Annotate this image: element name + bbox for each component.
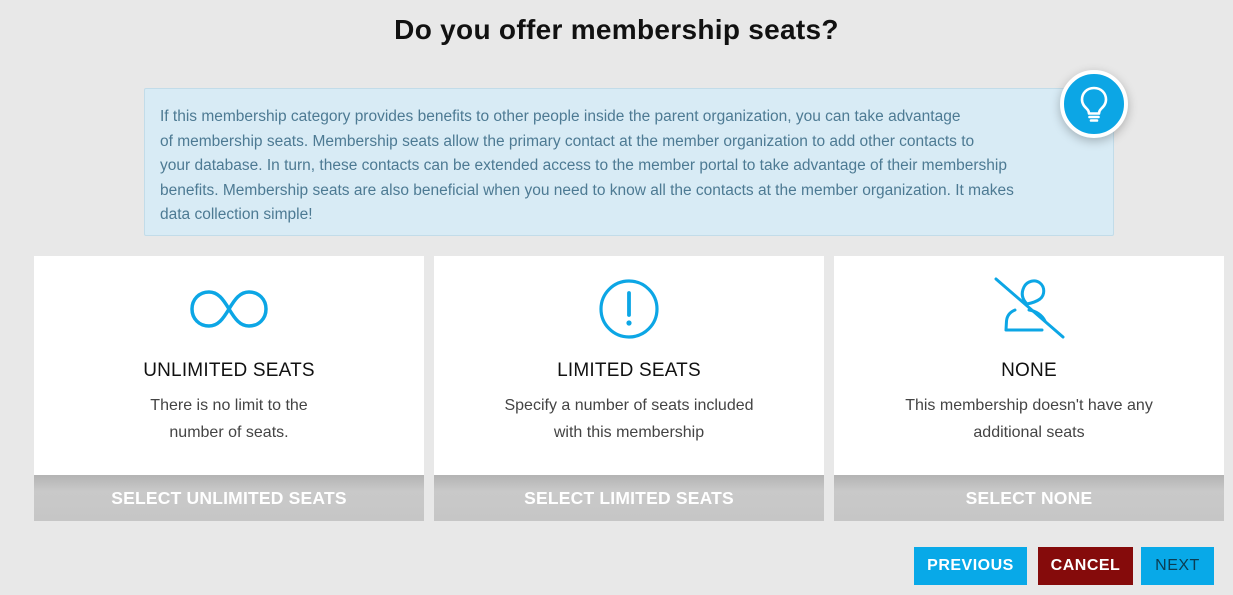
- select-none-button[interactable]: SELECT NONE: [834, 475, 1224, 521]
- select-unlimited-seats-button[interactable]: SELECT UNLIMITED SEATS: [34, 475, 424, 521]
- card-description-line: There is no limit to the: [150, 397, 308, 414]
- option-card-unlimited: UNLIMITED SEATS There is no limit to the…: [34, 256, 424, 521]
- card-description-line: number of seats.: [169, 424, 289, 441]
- tip-bubble: [1060, 70, 1128, 138]
- card-description-line: with this membership: [553, 424, 705, 441]
- info-text: If this membership category provides ben…: [160, 105, 1093, 228]
- info-line: data collection simple!: [160, 206, 313, 223]
- card-description-line: Specify a number of seats included: [504, 397, 754, 414]
- info-line: If this membership category provides ben…: [160, 108, 961, 125]
- info-line: benefits. Membership seats are also bene…: [160, 181, 1014, 199]
- membership-seats-page: Do you offer membership seats? If this m…: [0, 0, 1233, 595]
- card-description: There is no limit to the number of seats…: [79, 392, 379, 446]
- lightbulb-icon: [1080, 86, 1108, 122]
- card-icon-wrapper: [434, 278, 824, 340]
- info-line: your database. In turn, these contacts c…: [160, 157, 1007, 174]
- no-user-icon: [994, 277, 1065, 339]
- info-line: of membership seats. Membership seats al…: [160, 132, 975, 150]
- card-description: Specify a number of seats included with …: [479, 392, 779, 446]
- cancel-button[interactable]: CANCEL: [1038, 547, 1133, 585]
- page-title: Do you offer membership seats?: [394, 14, 839, 45]
- card-title: UNLIMITED SEATS: [143, 360, 315, 381]
- card-icon-wrapper: [834, 277, 1224, 340]
- exclamation-circle-icon: [599, 279, 659, 339]
- infinity-icon: [190, 290, 268, 328]
- option-card-limited: LIMITED SEATS Specify a number of seats …: [434, 256, 824, 521]
- info-box: If this membership category provides ben…: [144, 88, 1114, 236]
- option-card-none: NONE This membership doesn't have any ad…: [834, 256, 1224, 521]
- card-description-line: additional seats: [973, 424, 1085, 441]
- seat-options: UNLIMITED SEATS There is no limit to the…: [34, 256, 1224, 521]
- card-icon-wrapper: [34, 278, 424, 340]
- card-title: NONE: [1001, 360, 1057, 381]
- next-button[interactable]: NEXT: [1141, 547, 1214, 585]
- select-limited-seats-button[interactable]: SELECT LIMITED SEATS: [434, 475, 824, 521]
- card-description: This membership doesn't have any additio…: [879, 392, 1179, 446]
- card-description-line: This membership doesn't have any: [905, 397, 1153, 414]
- card-title: LIMITED SEATS: [557, 360, 701, 381]
- previous-button[interactable]: PREVIOUS: [914, 547, 1027, 585]
